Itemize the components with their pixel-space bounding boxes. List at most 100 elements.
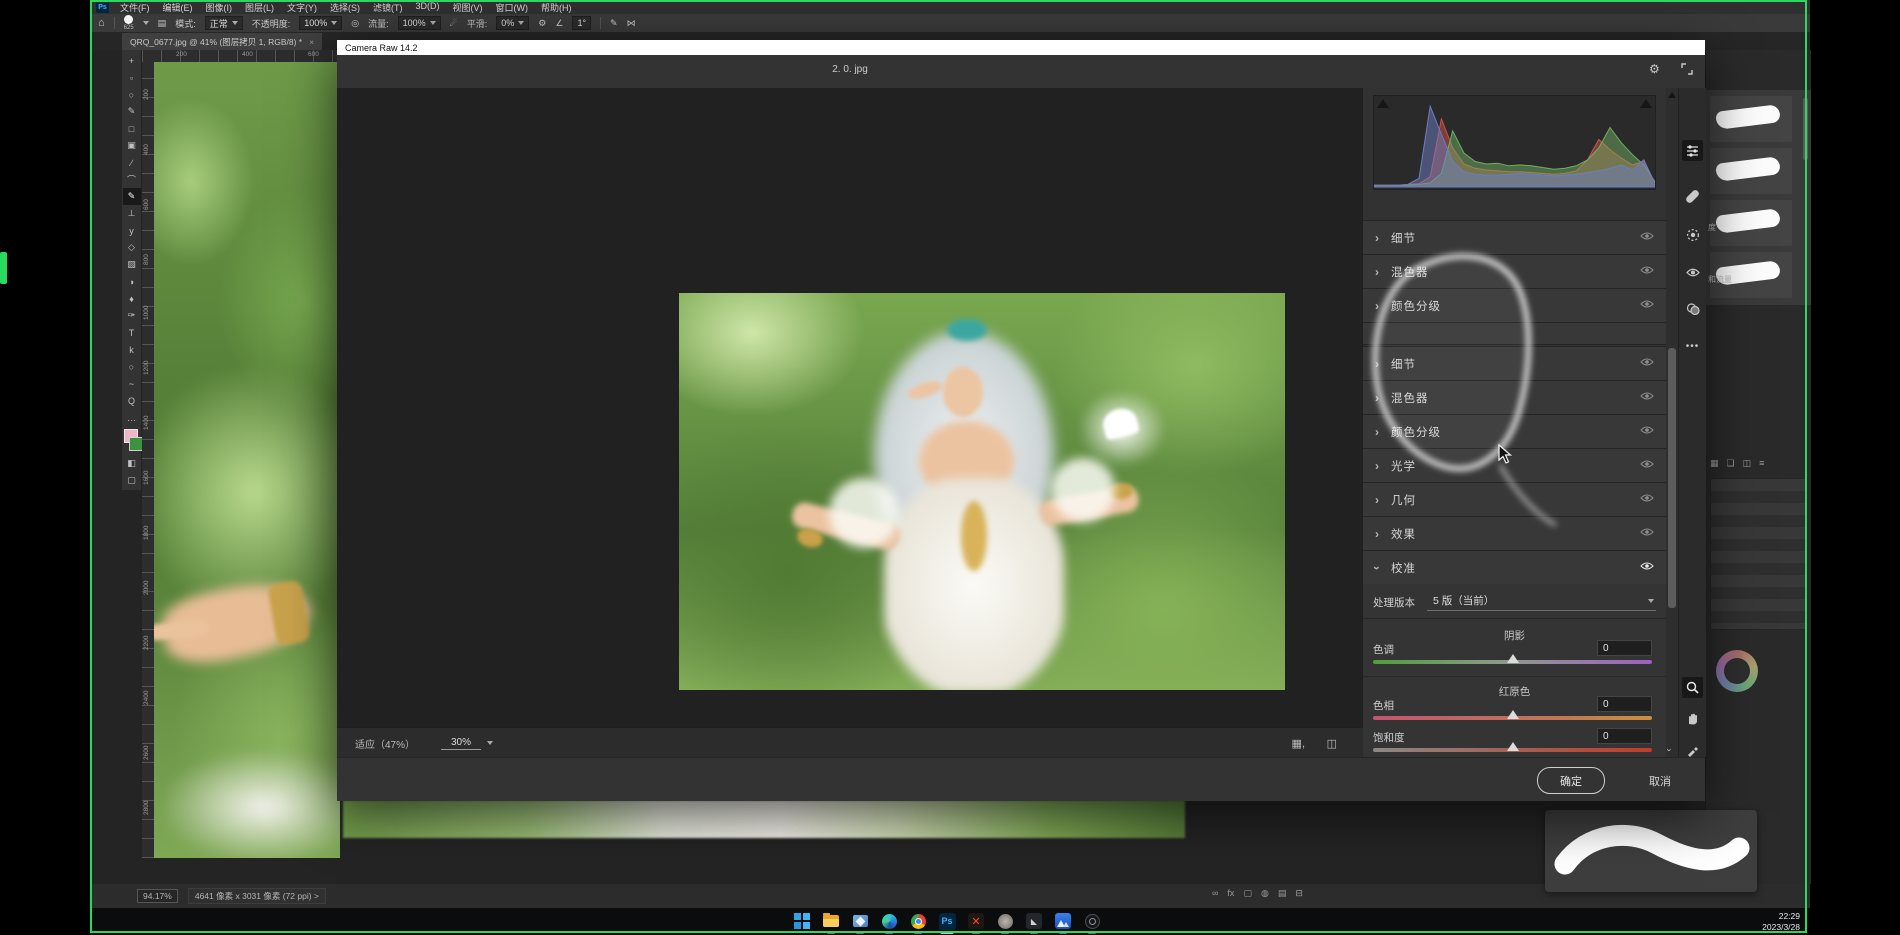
menu-item[interactable]: 视图(V) [453,1,483,14]
brush-tool-icon[interactable]: ✎ [123,188,141,205]
photoshop-app[interactable]: Ps [937,911,957,931]
highlight-clipping-icon[interactable] [1640,99,1652,108]
panel-icon[interactable]: ▦ [1710,458,1719,469]
smoothing-select[interactable]: 0% [496,16,529,30]
airbrush-icon[interactable]: ☄ [450,18,458,29]
camera-raw-preview-area[interactable] [337,88,1363,727]
eye-icon[interactable] [1640,561,1654,574]
gradient-tool-icon[interactable]: ▨ [123,256,141,273]
panel-dock-icons[interactable]: ▦❏ ◫≡ [1710,458,1764,469]
eye-icon[interactable] [1640,231,1654,244]
eyedropper-tool-icon[interactable]: ∕ [123,154,141,171]
frame-tool-icon[interactable]: ▣ [123,137,141,154]
cancel-button[interactable]: 取消 [1649,773,1671,789]
menu-item[interactable]: 图层(L) [245,1,274,14]
adjustment-layer-icon[interactable]: ◍ [1261,888,1269,899]
recorder-app[interactable] [1082,911,1102,931]
tint-slider[interactable] [1373,660,1652,664]
section-row[interactable]: ›颜色分级 [1363,288,1666,323]
section-calibration[interactable]: › 校准 [1363,550,1666,585]
hue-slider[interactable] [1373,716,1652,720]
menu-item[interactable]: 图像(I) [206,1,233,14]
zoom-level-select[interactable]: 30% [441,737,481,750]
dodge-tool-icon[interactable]: ♦ [123,290,141,307]
section-row[interactable]: ›混色器 [1363,254,1666,289]
section-row[interactable]: ›光学 [1363,448,1666,483]
chevron-down-icon[interactable] [487,741,493,745]
zoom-icon[interactable] [1682,677,1703,698]
tab-close-icon[interactable]: × [309,37,314,47]
quick-mask-icon[interactable]: ◧ [123,455,141,472]
slider-thumb[interactable] [1507,742,1519,751]
panel-icon[interactable]: ❏ [1727,458,1735,469]
photos-app[interactable] [850,911,870,931]
menu-item[interactable]: 文件(F) [120,1,150,14]
eye-icon[interactable] [1640,425,1654,438]
link-layers-icon[interactable]: ∞ [1212,888,1218,899]
healing-tool-icon[interactable]: ⌒ [123,171,141,188]
more-tools-icon[interactable]: … [123,409,141,426]
start-button[interactable] [792,911,812,931]
menu-item[interactable]: 编辑(E) [163,1,193,14]
brush-angle-input[interactable]: 1° [572,16,591,30]
delete-layer-icon[interactable]: ⊟ [1295,888,1303,899]
section-row[interactable]: ›几何 [1363,482,1666,517]
edit-sliders-icon[interactable] [1682,140,1703,161]
red-x-app[interactable]: ✕ [966,911,986,931]
menu-item[interactable]: 文字(Y) [287,1,317,14]
blue-mountain-app[interactable] [1053,911,1073,931]
menu-item[interactable]: 3D(D) [416,1,440,14]
presets-icon[interactable] [1682,298,1703,319]
saturation-value[interactable]: 0 [1597,728,1652,744]
taskbar-clock[interactable]: 22:29 2023/3/28 [1730,911,1800,933]
section-row[interactable]: ›混色器 [1363,380,1666,415]
clone-stamp-tool-icon[interactable]: ⊥ [123,205,141,222]
grid-view-icon[interactable]: ▦, [1292,737,1305,750]
scrollbar[interactable] [1803,98,1808,160]
scrollbar-thumb[interactable] [1668,348,1676,608]
saturation-slider[interactable] [1373,748,1652,752]
slider-thumb[interactable] [1507,710,1519,719]
flow-select[interactable]: 100% [398,16,441,30]
chrome-browser[interactable] [908,911,928,931]
process-version-select[interactable]: 5 版（当前） [1427,593,1656,611]
scroll-up-icon[interactable] [1668,92,1676,98]
healing-icon[interactable] [1682,186,1703,207]
pressure-size-icon[interactable]: ✎ [610,18,618,29]
section-row[interactable]: ›细节 [1363,220,1666,255]
section-row[interactable]: ›颜色分级 [1363,414,1666,449]
eye-icon[interactable] [1640,357,1654,370]
layer-mask-icon[interactable]: ▢ [1243,888,1252,899]
quick-selection-tool-icon[interactable]: ✎ [123,103,141,120]
path-select-tool-icon[interactable]: k [123,341,141,358]
menu-item[interactable]: 滤镜(T) [373,1,403,14]
zoom-tool-icon[interactable]: Q [123,392,141,409]
type-tool-icon[interactable]: T [123,324,141,341]
shadow-clipping-icon[interactable] [1377,99,1389,108]
menu-item[interactable]: 窗口(W) [496,1,529,14]
brush-preset-picker[interactable]: 625 [124,15,134,31]
document-info[interactable]: 4641 像素 x 3031 像素 (72 ppi) > [188,888,326,904]
camera-raw-titlebar[interactable]: Camera Raw 14.2 [337,40,1705,55]
brush-panel-toggle-icon[interactable]: ▤ [158,18,167,29]
ok-button[interactable]: 确定 [1537,767,1605,794]
document-tab[interactable]: QRQ_0677.jpg @ 41% (图层拷贝 1, RGB/8) * × [122,33,322,50]
symmetry-icon[interactable]: ⋈ [627,18,636,29]
panel-scrollbar[interactable]: › [1666,88,1678,757]
history-brush-tool-icon[interactable]: y [123,222,141,239]
brush-preset-thumb[interactable] [1710,96,1792,142]
section-row[interactable]: ›效果 [1363,516,1666,551]
panel-icon[interactable]: ◫ [1743,458,1752,469]
move-tool-icon[interactable]: + [123,52,141,69]
fit-zoom-label[interactable]: 适应（47%） [355,736,415,751]
eraser-tool-icon[interactable]: ◇ [123,239,141,256]
pen-tool-icon[interactable]: ✑ [123,307,141,324]
hue-value[interactable]: 0 [1597,696,1652,712]
layer-effects-icon[interactable]: fx [1227,888,1234,899]
section-row[interactable]: ›细节 [1363,346,1666,381]
document-canvas[interactable] [154,62,340,858]
eye-icon[interactable] [1640,265,1654,278]
red-eye-icon[interactable] [1682,262,1703,283]
blur-tool-icon[interactable]: ◑ [123,273,141,290]
marquee-tool-icon[interactable]: ▫ [123,69,141,86]
